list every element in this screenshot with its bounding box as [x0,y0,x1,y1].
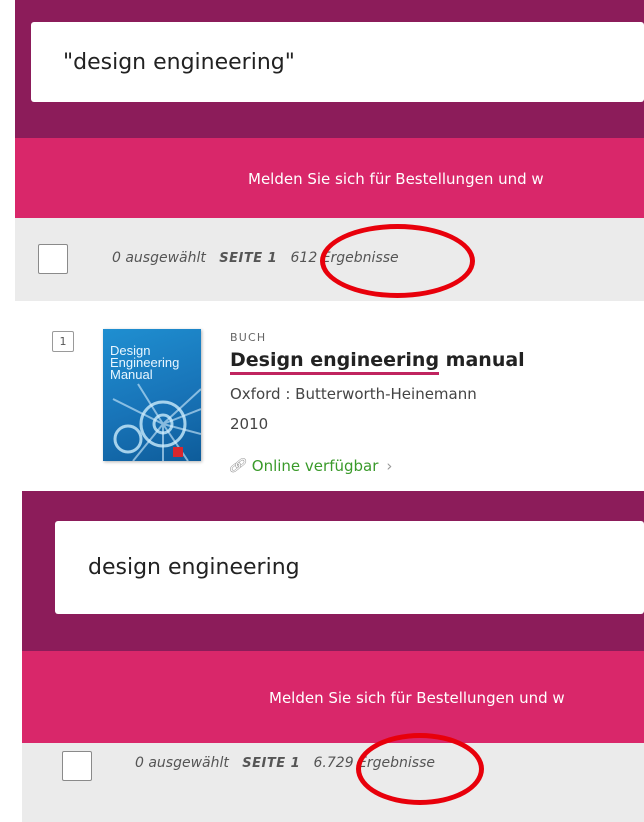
result-year: 2010 [230,415,269,433]
bottom-select-all-checkbox[interactable] [62,751,92,781]
top-search-input[interactable]: "design engineering" [31,22,644,102]
bottom-search-value: design engineering [88,555,300,580]
result-number: 1 [52,331,74,352]
bottom-search-input[interactable]: design engineering [55,521,644,614]
bottom-results-annotation-circle [356,733,484,805]
top-select-all-checkbox[interactable] [38,244,68,274]
bottom-banner-text: Melden Sie sich für Bestellungen und w [269,689,565,707]
top-page-label: SEITE 1 [219,251,278,266]
chevron-right-icon: › [386,457,393,475]
result-publisher: Oxford : Butterworth-Heinemann [230,385,477,403]
result-type: BUCH [230,331,267,344]
result-card[interactable]: 1 Design Engineering Manual BUCH Design … [15,301,644,491]
bottom-page-label: SEITE 1 [242,756,301,771]
book-cover-image[interactable]: Design Engineering Manual [103,329,201,461]
bottom-login-banner[interactable]: Melden Sie sich für Bestellungen und w [22,651,644,743]
cover-title: Design Engineering Manual [110,343,180,382]
top-login-banner[interactable]: Melden Sie sich für Bestellungen und w [15,138,644,218]
top-selected-count: 0 ausgewählt [112,250,206,266]
result-title-link[interactable]: Design engineering manual [230,349,525,375]
top-search-value: "design engineering" [63,49,295,75]
bottom-selected-count: 0 ausgewählt [135,755,229,771]
title-highlight: Design engineering [230,349,440,375]
bottom-selection-bar: 0 ausgewählt SEITE 1 6.729 Ergebnisse [22,743,644,822]
availability-text: Online verfügbar [251,457,379,475]
availability-link[interactable]: 🔗︎ Online verfügbar › [228,457,392,475]
top-results-annotation-circle [320,224,475,298]
title-rest: manual [439,349,525,371]
link-icon: 🔗︎ [228,458,246,474]
top-banner-text: Melden Sie sich für Bestellungen und w [248,170,544,188]
